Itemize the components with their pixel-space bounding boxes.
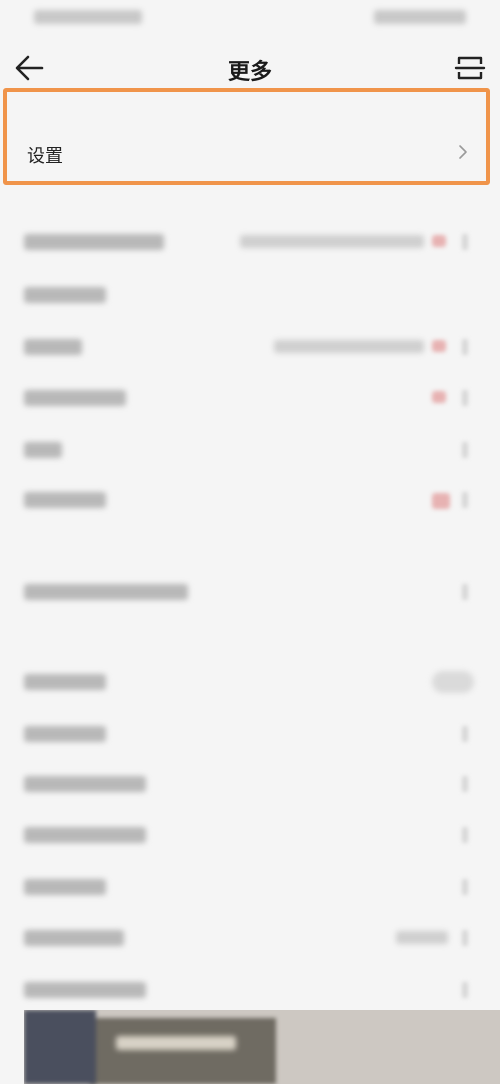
floating-media-banner[interactable] — [24, 1010, 500, 1084]
page-title: 更多 — [227, 60, 272, 85]
list-item-value-blurred — [274, 340, 424, 353]
list-item[interactable] — [0, 918, 500, 958]
list-item[interactable] — [0, 327, 500, 367]
list-item-label-blurred — [24, 982, 146, 998]
list-item[interactable] — [0, 378, 500, 418]
banner-background — [90, 1018, 276, 1084]
status-indicators-blurred — [374, 10, 466, 24]
list-item-label-blurred — [24, 584, 188, 600]
list-item[interactable] — [0, 222, 500, 262]
settings-row[interactable]: 设置 — [3, 88, 490, 185]
list-item-label-blurred — [24, 776, 146, 792]
list-item-value-blurred — [396, 931, 448, 944]
list-item-label-blurred — [24, 492, 106, 508]
list-item-label-blurred — [24, 234, 164, 250]
status-bar — [0, 0, 500, 36]
list-item-value-blurred — [240, 235, 424, 248]
chevron-right-icon — [462, 776, 468, 792]
chevron-right-icon — [462, 339, 468, 355]
chevron-right-icon — [462, 982, 468, 998]
status-time-blurred — [34, 10, 142, 24]
badge-dot — [432, 340, 446, 352]
badge-dot — [432, 235, 446, 247]
chevron-right-icon — [462, 442, 468, 458]
list-item-label-blurred — [24, 726, 106, 742]
list-item[interactable] — [0, 764, 500, 804]
settings-label: 设置 — [27, 146, 63, 167]
list-item[interactable] — [0, 714, 500, 754]
scan-button[interactable] — [454, 52, 486, 84]
scan-icon — [454, 56, 486, 80]
badge-dot — [432, 493, 450, 509]
chevron-right-icon — [462, 930, 468, 946]
badge-dot — [432, 391, 446, 403]
list-item[interactable] — [0, 275, 500, 315]
chevron-right-icon — [462, 492, 468, 508]
chevron-right-icon — [459, 145, 467, 159]
list-item-label-blurred — [24, 287, 106, 303]
chevron-right-icon — [462, 584, 468, 600]
list-item-label-blurred — [24, 879, 106, 895]
chevron-right-icon — [462, 879, 468, 895]
chevron-right-icon — [462, 390, 468, 406]
list-item-label-blurred — [24, 827, 146, 843]
list-item-label-blurred — [24, 674, 106, 690]
list-item-label-blurred — [24, 339, 82, 355]
list-item-label-blurred — [24, 930, 124, 946]
banner-thumbnail — [24, 1010, 96, 1084]
chevron-right-icon — [462, 726, 468, 742]
banner-text-blurred — [116, 1036, 236, 1050]
list-item[interactable] — [0, 815, 500, 855]
list-item[interactable] — [0, 970, 500, 1010]
list-item-label-blurred — [24, 390, 126, 406]
list-item[interactable] — [0, 430, 500, 470]
chevron-right-icon — [462, 827, 468, 843]
list-item-label-blurred — [24, 442, 62, 458]
list-item[interactable] — [0, 480, 500, 520]
list-item[interactable] — [0, 867, 500, 907]
list-item[interactable] — [0, 662, 500, 702]
chevron-right-icon — [462, 234, 468, 250]
toggle-switch[interactable] — [432, 671, 474, 693]
list-item[interactable] — [0, 572, 500, 612]
